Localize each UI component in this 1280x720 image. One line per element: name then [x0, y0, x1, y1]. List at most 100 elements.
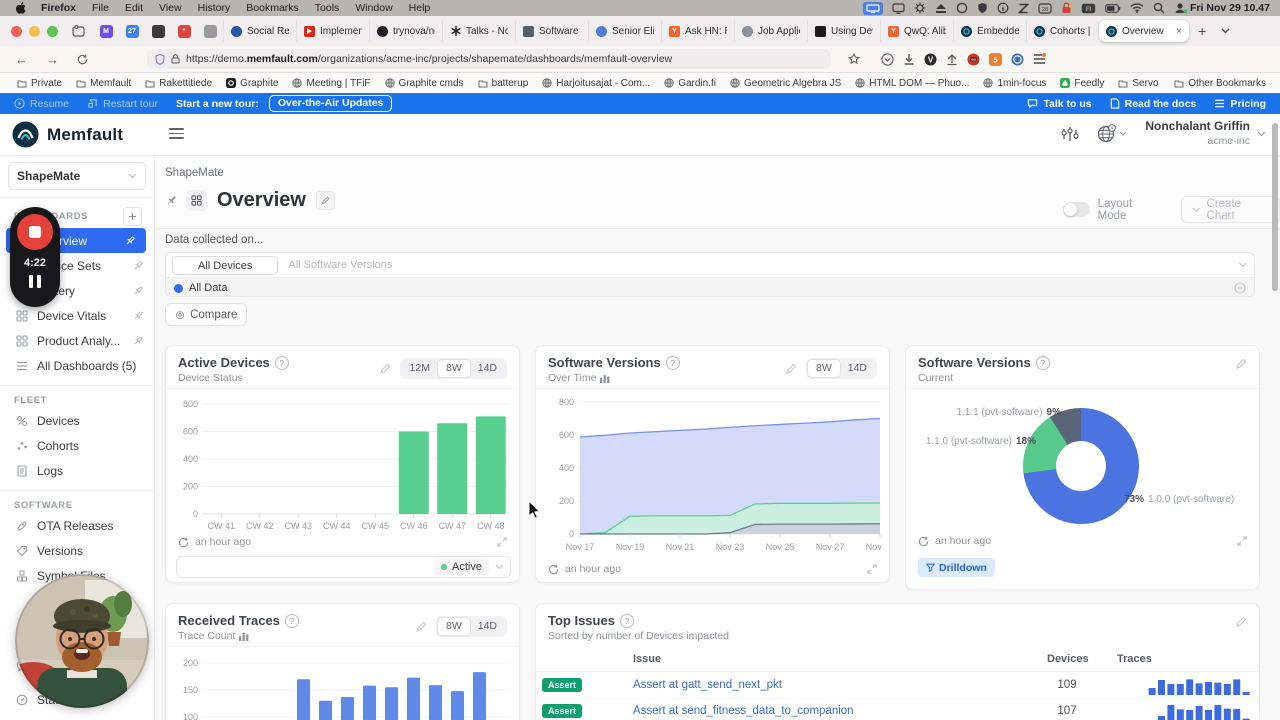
bookmark-meeting-tfif[interactable]: Meeting | TFiF — [285, 78, 377, 89]
close-tab-icon[interactable]: × — [1176, 26, 1182, 37]
menubar-search-icon[interactable] — [1153, 2, 1165, 14]
edit-title-button[interactable] — [316, 191, 335, 210]
menubar-gear-icon[interactable] — [914, 2, 926, 14]
menubar-item-file[interactable]: File — [84, 2, 117, 14]
menubar-item-edit[interactable]: Edit — [117, 2, 151, 14]
menubar-item-bookmarks[interactable]: Bookmarks — [238, 2, 307, 14]
pin-icon[interactable] — [132, 285, 144, 297]
expand-icon[interactable] — [497, 537, 507, 547]
ext-share-icon[interactable] — [946, 53, 958, 66]
range-14d[interactable]: 14D — [470, 360, 505, 377]
menubar-item-firefox[interactable]: Firefox — [33, 2, 84, 14]
window-close-button[interactable] — [11, 26, 22, 37]
app-menu-icon[interactable] — [1033, 53, 1046, 65]
layout-mode-toggle[interactable] — [1063, 202, 1090, 217]
menubar-clock[interactable]: Fri Nov 29 10.47 — [1188, 2, 1270, 14]
tab[interactable]: YAsk HN: Rec — [661, 20, 734, 42]
forward-button[interactable]: → — [39, 52, 66, 67]
software-versions-filter[interactable]: All Software Versions — [288, 259, 1228, 271]
menubar-item-tools[interactable]: Tools — [307, 2, 348, 14]
create-chart-button[interactable]: Create Chart — [1181, 196, 1280, 223]
ext-onepassword-icon[interactable] — [1011, 53, 1024, 66]
ota-updates-tour-button[interactable]: Over-the-Air Updates — [269, 95, 393, 112]
sidebar-item-product-analy-[interactable]: Product Analy... — [0, 328, 154, 353]
menubar-z-icon[interactable] — [1018, 3, 1029, 14]
all-devices-filter[interactable]: All Devices — [172, 256, 278, 275]
window-minimize-button[interactable] — [29, 26, 40, 37]
pencil-icon[interactable] — [415, 621, 427, 633]
metric-charts-icon[interactable] — [1061, 126, 1079, 142]
ext-ublock-icon[interactable]: 99 — [967, 53, 980, 66]
range-14d[interactable]: 14D — [470, 618, 505, 635]
user-menu[interactable]: Nonchalant Griffin acme-inc — [1145, 119, 1266, 148]
pencil-icon[interactable] — [379, 363, 391, 375]
received-traces-bar-chart[interactable]: 200150100 — [174, 649, 513, 720]
pencil-icon[interactable] — [785, 363, 797, 375]
expand-icon[interactable] — [1237, 536, 1247, 546]
page-scrollbar[interactable] — [1272, 123, 1278, 291]
tab-list-chevron[interactable] — [1215, 28, 1236, 34]
restart-tour-button[interactable]: Restart tour — [87, 98, 158, 110]
tab[interactable]: trynova/nova — [369, 20, 442, 42]
tab-overview-icon[interactable] — [72, 25, 85, 38]
tab[interactable]: Talks - Nova — [442, 20, 515, 42]
software-versions-area-chart[interactable]: 0200400600800Nov 17Nov 19Nov 21Nov 23Nov… — [544, 394, 883, 562]
series-select[interactable]: Active — [176, 556, 511, 578]
help-icon[interactable]: ? — [666, 356, 680, 370]
menubar-item-window[interactable]: Window — [347, 2, 400, 14]
sidebar-item-all-dashboards-5-[interactable]: All Dashboards (5) — [0, 353, 154, 378]
sidebar-item-logs[interactable]: Logs — [0, 458, 154, 483]
apple-menu-icon[interactable] — [10, 2, 33, 14]
remove-filter-icon[interactable] — [1234, 282, 1246, 294]
add-dashboard-button[interactable] — [123, 207, 142, 226]
pause-recording-button[interactable] — [10, 275, 60, 288]
pin-icon[interactable] — [132, 260, 144, 272]
pin-icon[interactable] — [165, 194, 178, 207]
menubar-info-icon[interactable] — [997, 2, 1009, 14]
sidebar-item-cohorts[interactable]: Cohorts — [0, 433, 154, 458]
ext-tampermonkey-icon[interactable]: 5 — [989, 53, 1002, 66]
talk-to-us-button[interactable]: Talk to us — [1027, 98, 1091, 110]
range-12m[interactable]: 12M — [402, 360, 438, 377]
menubar-circle-icon[interactable] — [956, 2, 968, 14]
bookmark-graphite[interactable]: Graphite — [219, 78, 285, 89]
menubar-fi-icon[interactable]: FI — [1081, 3, 1096, 14]
new-tab-button[interactable]: + — [1189, 23, 1215, 39]
pin-icon[interactable] — [124, 235, 136, 247]
software-versions-donut-chart[interactable] — [1023, 408, 1139, 524]
drilldown-button[interactable]: Drilldown — [918, 558, 995, 577]
resume-tour-button[interactable]: Resume — [14, 98, 69, 110]
menubar-screenshare-icon[interactable] — [863, 2, 883, 15]
sidebar-item-ota-releases[interactable]: OTA Releases — [0, 513, 154, 538]
issue-link[interactable]: Assert at gatt_send_next_pkt — [633, 679, 782, 691]
tab[interactable]: YQwQ: Alibab — [880, 20, 953, 42]
menubar-battery-icon[interactable] — [1105, 4, 1121, 13]
bookmark-html-dom-phuo-[interactable]: HTML DOM — Phuo... — [848, 78, 976, 89]
menubar-user-icon[interactable] — [1174, 2, 1188, 14]
compare-button[interactable]: ⊕ Compare — [165, 303, 247, 326]
bookmark-batterup[interactable]: batterup — [471, 78, 536, 89]
back-button[interactable]: ← — [8, 52, 35, 67]
column-issue[interactable]: Issue — [633, 653, 661, 665]
pinned-tab-asterisk[interactable]: * — [172, 20, 196, 42]
sidebar-item-versions[interactable]: Versions — [0, 538, 154, 563]
ext-downloads-icon[interactable] — [903, 53, 915, 66]
bookmark-servo[interactable]: Servo — [1111, 78, 1165, 89]
tab[interactable]: Social Recru — [223, 20, 296, 42]
tab[interactable]: Implementin — [296, 20, 369, 42]
tab[interactable]: Embedded C — [953, 20, 1026, 42]
window-zoom-button[interactable] — [47, 26, 58, 37]
refresh-icon[interactable] — [918, 536, 929, 547]
bookmark-star-icon[interactable] — [841, 53, 867, 65]
refresh-icon[interactable] — [178, 537, 189, 548]
other-bookmarks[interactable]: Other Bookmarks — [1167, 78, 1270, 89]
pencil-icon[interactable] — [1235, 358, 1247, 370]
sidebar-item-device-vitals[interactable]: Device Vitals — [0, 303, 154, 328]
breadcrumb[interactable]: ShapeMate — [165, 167, 224, 179]
active-devices-bar-chart[interactable]: 0200400600800CW 41CW 42CW 43CW 44CW 45CW… — [174, 396, 513, 536]
menubar-item-history[interactable]: History — [190, 2, 239, 14]
stop-recording-button[interactable] — [17, 214, 53, 250]
reload-button[interactable] — [70, 54, 95, 65]
issue-link[interactable]: Assert at send_fitness_data_to_companion — [633, 705, 854, 717]
expand-icon[interactable] — [867, 564, 877, 574]
